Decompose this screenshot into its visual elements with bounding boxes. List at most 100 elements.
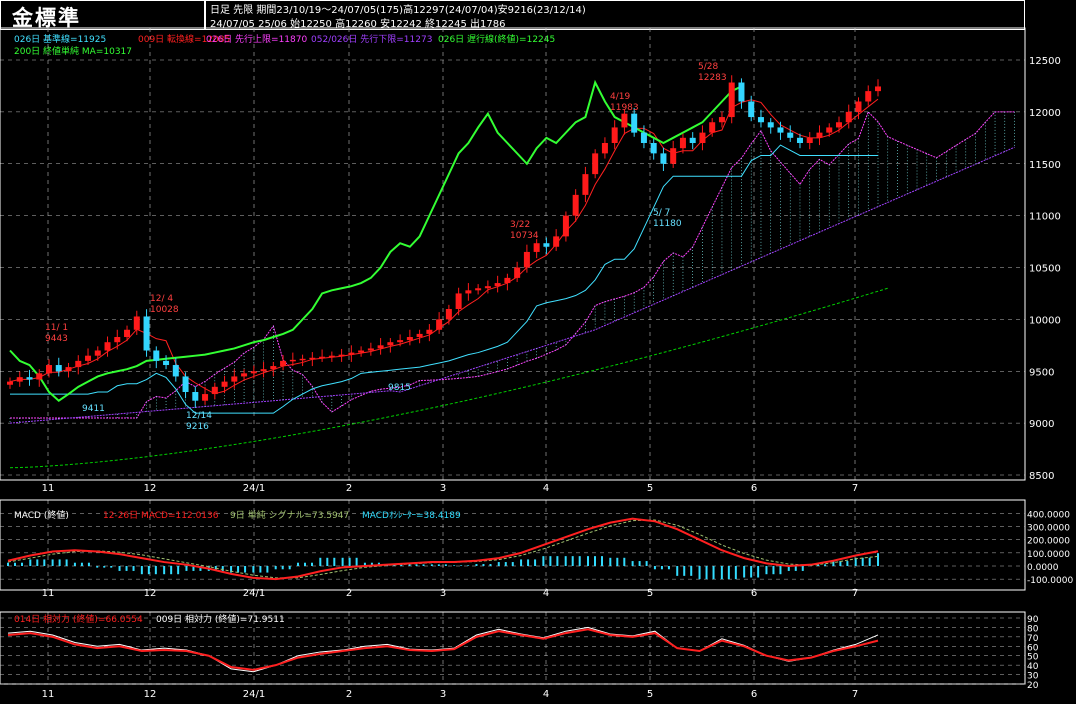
candle-body	[406, 337, 413, 341]
candle-body	[289, 359, 296, 362]
candle-body	[787, 132, 794, 138]
candle-body	[46, 365, 53, 374]
candle-body	[806, 137, 813, 143]
month-tick-label: 2	[346, 689, 352, 700]
candle-body	[338, 354, 345, 357]
candle-body	[855, 101, 862, 112]
candle-body	[16, 377, 23, 382]
candle-body	[55, 365, 62, 372]
candle-body	[192, 392, 199, 401]
month-tick-label: 3	[440, 689, 446, 700]
month-tick-label: 24/1	[243, 483, 265, 494]
macd-tick-label: 0.0000	[1027, 563, 1059, 573]
candle-body	[133, 316, 140, 330]
annotation-price: 11180	[653, 219, 682, 229]
price-tick-label: 11000	[1029, 212, 1061, 223]
annotation-price: 9815	[388, 383, 411, 393]
candle-body	[835, 122, 842, 128]
annotation-date: 3/22	[510, 220, 531, 230]
candle-body	[163, 360, 170, 366]
candle-body	[543, 243, 550, 247]
senkou-span-a-line	[10, 110, 1015, 419]
macd-tick-label: 100.0000	[1027, 550, 1070, 560]
month-tick-label: 2	[346, 483, 352, 494]
macd-tick-label: -100.0000	[1027, 576, 1073, 586]
candle-body	[377, 345, 384, 349]
candle-body	[143, 316, 150, 351]
candle-body	[172, 365, 179, 377]
candle-body	[523, 251, 530, 268]
annotation-date: 11/ 1	[45, 323, 69, 333]
candle-body	[299, 358, 306, 361]
candle-body	[699, 132, 706, 143]
candle-body	[455, 293, 462, 309]
candle-body	[504, 277, 511, 284]
price-tick-label: 9500	[1029, 367, 1054, 378]
candle-body	[114, 337, 121, 343]
candle-body	[718, 117, 725, 123]
annotation-price: 12283	[698, 73, 727, 83]
month-tick-label: 5	[647, 483, 653, 494]
candle-body	[582, 174, 589, 195]
candle-body	[250, 371, 257, 374]
price-tick-label: 9000	[1029, 419, 1054, 430]
macd-tick-label: 400.0000	[1027, 510, 1070, 520]
candle-body	[397, 340, 404, 343]
candle-body	[104, 342, 111, 351]
month-tick-label: 12	[144, 483, 157, 494]
candle-body	[553, 236, 560, 247]
macd-tick-label: 200.0000	[1027, 537, 1070, 547]
candle-body	[65, 367, 72, 372]
candle-body	[592, 153, 599, 175]
candle-body	[650, 143, 657, 154]
month-tick-label: 12	[144, 689, 157, 700]
candle-body	[348, 352, 355, 355]
annotation-price: 9443	[45, 334, 68, 344]
candle-body	[533, 243, 540, 252]
candle-body	[748, 101, 755, 118]
candle-body	[260, 369, 267, 372]
chart-canvas: 12500 12000 11500 11000 10500 10000 9500 9000 85…	[0, 27, 1073, 700]
candle-body	[845, 111, 852, 123]
candle-body	[679, 137, 686, 149]
candle-body	[387, 342, 394, 346]
price-tick-label: 12500	[1029, 56, 1061, 67]
candle-body	[865, 91, 872, 102]
macd-label: MACD (終値)	[14, 511, 69, 521]
candle-body	[660, 153, 667, 164]
candle-body	[202, 394, 209, 401]
annotation-price: 10028	[150, 305, 179, 315]
candle-body	[562, 215, 569, 237]
month-tick-label: 11	[42, 689, 55, 700]
month-tick-label: 7	[852, 483, 858, 494]
candle-body	[475, 288, 482, 291]
month-tick-label: 4	[543, 483, 549, 494]
annotation-price: 11983	[610, 103, 639, 113]
candle-body	[728, 82, 735, 118]
month-tick-label: 11	[42, 483, 55, 494]
candle-body	[709, 122, 716, 133]
month-tick-label: 24/1	[243, 689, 265, 700]
price-tick-label: 10000	[1029, 315, 1061, 326]
candle-body	[241, 373, 248, 377]
candle-body	[7, 381, 13, 385]
price-panel-frame	[0, 27, 1026, 481]
rsi-tick-label: 20	[1027, 681, 1039, 691]
candle-body	[757, 117, 764, 123]
senkou-span-b-line	[9, 146, 1015, 424]
month-tick-label: 4	[543, 689, 549, 700]
candle-body	[816, 132, 823, 138]
candle-body	[767, 122, 774, 128]
rsi9-label: 009日 相対力 (終値)=71.9511	[156, 615, 285, 625]
candle-body	[611, 127, 618, 143]
annotation-date: 5/ 7	[653, 208, 671, 218]
candle-body	[631, 113, 638, 133]
tenkan-line	[9, 98, 879, 395]
month-tick-label: 6	[751, 483, 757, 494]
candle-body	[36, 373, 43, 380]
price-tick-label: 11500	[1029, 160, 1061, 171]
signal-value-label: 9日 単純 シグナル=73.5947	[230, 511, 350, 521]
annotation-price: 9216	[186, 422, 209, 432]
month-tick-label: 3	[440, 483, 446, 494]
candle-body	[484, 286, 491, 289]
